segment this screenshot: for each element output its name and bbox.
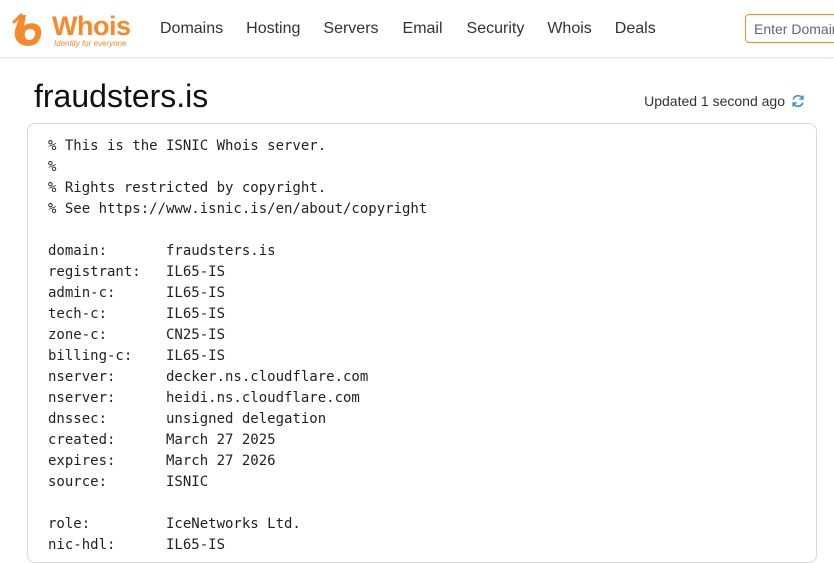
- updated-text: Updated 1 second ago: [644, 93, 785, 109]
- whois-record-text: % This is the ISNIC Whois server. % % Ri…: [48, 136, 427, 556]
- whois-line: admin-c: IL65-IS: [48, 285, 226, 301]
- whois-line: zone-c: CN25-IS: [48, 327, 226, 343]
- whois-line: % See https://www.isnic.is/en/about/copy…: [48, 201, 428, 217]
- whois-line: nserver: heidi.ns.cloudflare.com: [48, 390, 360, 406]
- refresh-icon[interactable]: [790, 93, 806, 109]
- whois-line: dnssec: unsigned delegation: [48, 411, 327, 427]
- whois-line: billing-c: IL65-IS: [48, 348, 226, 364]
- site-logo[interactable]: Whois Identity for everyone: [12, 10, 137, 50]
- whois-line: expires: March 27 2026: [48, 453, 276, 469]
- nav-item-email[interactable]: Email: [403, 0, 443, 57]
- nav-item-whois[interactable]: Whois: [547, 0, 591, 57]
- whois-record-panel: % This is the ISNIC Whois server. % % Ri…: [27, 123, 817, 563]
- site-header: Whois Identity for everyone Domains Host…: [0, 0, 834, 58]
- nav-item-domains[interactable]: Domains: [160, 0, 223, 57]
- nav-item-security[interactable]: Security: [467, 0, 525, 57]
- update-status: Updated 1 second ago: [644, 93, 806, 109]
- logo-mark-icon: [12, 13, 42, 46]
- main-nav: Domains Hosting Servers Email Security W…: [160, 0, 656, 57]
- nav-item-hosting[interactable]: Hosting: [246, 0, 300, 57]
- whois-line: domain: fraudsters.is: [48, 243, 276, 259]
- logo-tagline: Identity for everyone: [54, 39, 127, 48]
- whois-line: registrant: IL65-IS: [48, 264, 226, 280]
- nav-item-servers[interactable]: Servers: [323, 0, 378, 57]
- whois-line: % This is the ISNIC Whois server.: [48, 138, 327, 154]
- whois-line: nserver: decker.ns.cloudflare.com: [48, 369, 369, 385]
- domain-search-input[interactable]: [745, 14, 834, 43]
- whois-line: % Rights restricted by copyright.: [48, 180, 327, 196]
- whois-line: %: [48, 159, 57, 175]
- whois-line: created: March 27 2025: [48, 432, 276, 448]
- whois-line: nic-hdl: IL65-IS: [48, 537, 226, 553]
- page-title: fraudsters.is: [34, 78, 209, 114]
- whois-line: tech-c: IL65-IS: [48, 306, 226, 322]
- nav-item-deals[interactable]: Deals: [615, 0, 656, 57]
- whois-line: source: ISNIC: [48, 474, 209, 490]
- whois-line: role: IceNetworks Ltd.: [48, 516, 301, 532]
- logo-text: Whois: [52, 11, 131, 41]
